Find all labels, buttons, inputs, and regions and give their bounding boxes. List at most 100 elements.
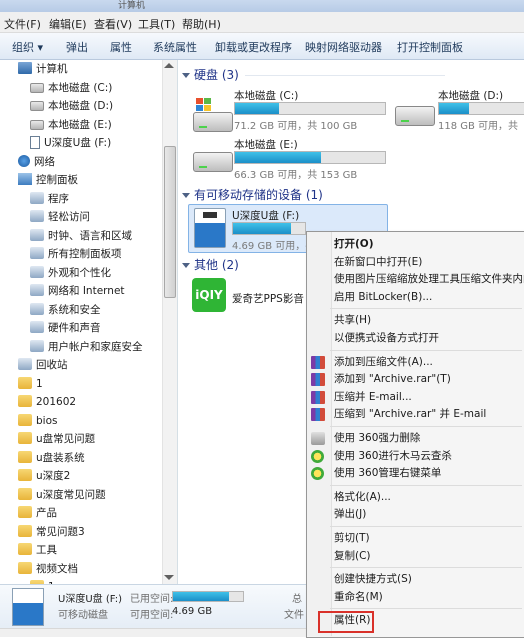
uninstall-program-button[interactable]: 卸载或更改程序 (215, 39, 292, 55)
usb-drive-name: U深度U盘 (F:) (232, 210, 300, 222)
nav-item[interactable]: 网络和 Internet (30, 282, 125, 300)
context-menu-item[interactable]: 以便携式设备方式打开 (334, 330, 439, 345)
nav-item[interactable]: 视频文档 (18, 560, 78, 578)
nav-item[interactable]: 工具 (18, 541, 57, 559)
context-menu-item[interactable]: 重命名(M) (334, 589, 383, 604)
context-menu-item[interactable]: 在新窗口中打开(E) (334, 254, 422, 269)
nav-item-label: 本地磁盘 (D:) (48, 100, 114, 112)
menu-help[interactable]: 帮助(H) (182, 16, 221, 32)
nav-item[interactable]: 硬件和声音 (30, 319, 101, 337)
nav-item-label: 控制面板 (36, 174, 78, 186)
nav-item[interactable]: u盘常见问题 (18, 430, 95, 448)
group-other[interactable]: 其他 (2) (182, 256, 239, 273)
organize-button[interactable]: 组织 ▾ (12, 39, 43, 55)
system-properties-button[interactable]: 系统属性 (153, 39, 197, 55)
nav-item[interactable]: 控制面板 (18, 171, 78, 189)
nav-item-label: 硬件和声音 (48, 322, 101, 334)
nav-item[interactable]: 本地磁盘 (E:) (30, 116, 112, 134)
nav-item[interactable]: 本地磁盘 (C:) (30, 79, 112, 97)
nav-item-label: u深度2 (36, 470, 71, 482)
nav-item-label: 网络 (34, 155, 55, 168)
iqiyi-app-icon[interactable]: iQIY (192, 278, 226, 312)
scroll-down-arrow-icon[interactable] (164, 575, 174, 580)
menu-edit[interactable]: 编辑(E) (49, 16, 87, 32)
nav-item[interactable]: 产品 (18, 504, 57, 522)
nav-item-label: U深度U盘 (F:) (44, 137, 112, 149)
menu-file[interactable]: 文件(F) (4, 16, 41, 32)
nav-item[interactable]: u深度常见问题 (18, 486, 106, 504)
context-menu-item[interactable]: 添加到压缩文件(A)... (334, 354, 433, 369)
drive-d-usage-fill (439, 103, 470, 114)
winrar-icon (311, 390, 325, 404)
nav-item[interactable]: 1 (18, 375, 43, 393)
nav-scrollbar-thumb[interactable] (164, 146, 176, 298)
usb-usage-fill (233, 223, 291, 234)
context-menu-item[interactable]: 格式化(A)... (334, 489, 391, 504)
context-menu-item[interactable]: 共享(H) (334, 312, 371, 327)
context-menu-item[interactable]: 使用图片压缩缩放处理工具压缩文件夹内的图 (334, 271, 524, 286)
drive-c-name[interactable]: 本地磁盘 (C:) (234, 88, 298, 103)
nav-item[interactable]: 外观和个性化 (30, 264, 111, 282)
nav-item-label: 工具 (36, 544, 57, 556)
iqiyi-app-name[interactable]: 爱奇艺PPS影音 ( (232, 291, 311, 306)
group-hard-disks[interactable]: 硬盘 (3) (182, 66, 445, 83)
context-menu-item[interactable]: 压缩到 "Archive.rar" 并 E-mail (334, 406, 486, 421)
nav-item[interactable]: bios (18, 412, 57, 430)
menu-view[interactable]: 查看(V) (94, 16, 132, 32)
ctl-icon (18, 173, 32, 185)
nav-item[interactable]: 回收站 (18, 356, 68, 374)
nav-item[interactable]: 所有控制面板项 (30, 245, 122, 263)
context-menu-item[interactable]: 使用 360进行木马云查杀 (334, 448, 452, 463)
nav-item-label: bios (36, 414, 58, 427)
command-bar: 组织 ▾ 弹出 属性 系统属性 卸载或更改程序 映射网络驱动器 打开控制面板 (0, 33, 524, 60)
gen-icon (30, 302, 44, 315)
nav-item[interactable]: 本地磁盘 (D:) (30, 97, 113, 115)
nav-item-label: 网络和 Internet (48, 285, 125, 297)
menu-tools[interactable]: 工具(T) (138, 16, 175, 32)
details-usage-bar (172, 591, 244, 602)
nav-item[interactable]: U深度U盘 (F:) (30, 134, 111, 152)
menu-separator (330, 526, 522, 527)
context-menu-item[interactable]: 剪切(T) (334, 530, 370, 545)
collapse-triangle-icon (182, 263, 190, 268)
context-menu-item[interactable]: 添加到 "Archive.rar"(T) (334, 371, 451, 386)
nav-item[interactable]: 用户帐户和家庭安全 (30, 338, 143, 356)
context-menu-item[interactable]: 复制(C) (334, 548, 371, 563)
scroll-up-arrow-icon[interactable] (164, 63, 174, 68)
nav-item[interactable]: 系统和安全 (30, 301, 101, 319)
nav-scrollbar[interactable] (162, 60, 177, 584)
eject-button[interactable]: 弹出 (66, 39, 88, 55)
properties-button[interactable]: 属性 (110, 39, 132, 55)
drive-c-icon[interactable] (193, 112, 233, 132)
menu-separator (330, 608, 522, 610)
context-menu-item[interactable]: 弹出(J) (334, 506, 366, 521)
drive-e-name[interactable]: 本地磁盘 (E:) (234, 137, 298, 152)
context-menu-item[interactable]: 启用 BitLocker(B)... (334, 289, 432, 304)
map-network-drive-button[interactable]: 映射网络驱动器 (305, 39, 382, 55)
net-icon (18, 154, 30, 167)
nav-item[interactable]: u盘装系统 (18, 449, 85, 467)
nav-item[interactable]: 网络 (18, 153, 55, 171)
drive-d-name[interactable]: 本地磁盘 (D:) (438, 88, 503, 103)
nav-item[interactable]: 轻松访问 (30, 208, 90, 226)
nav-item[interactable]: 计算机 (18, 60, 68, 78)
drive-d-icon[interactable] (395, 106, 435, 126)
context-menu-item[interactable]: 使用 360强力删除 (334, 430, 420, 445)
nav-item[interactable]: u深度2 (18, 467, 70, 485)
nav-item[interactable]: 程序 (30, 190, 69, 208)
nav-item[interactable]: 时钟、语言和区域 (30, 227, 132, 245)
context-menu-item[interactable]: 打开(O) (334, 236, 374, 251)
context-menu-item[interactable]: 创建快捷方式(S) (334, 571, 412, 586)
group-removable[interactable]: 有可移动存储的设备 (1) (182, 186, 323, 203)
open-control-panel-button[interactable]: 打开控制面板 (397, 39, 463, 55)
nav-item[interactable]: 常见问题3 (18, 523, 85, 541)
nav-item-label: 常见问题3 (36, 525, 85, 538)
context-menu-item[interactable]: 压缩并 E-mail... (334, 389, 412, 404)
drive-d-size: 118 GB 可用，共 (438, 121, 519, 132)
drive-e-icon[interactable] (193, 152, 233, 172)
context-menu-item[interactable]: 使用 360管理右键菜单 (334, 465, 441, 480)
nav-item-label: 时钟、语言和区域 (48, 229, 132, 242)
nav-item[interactable]: 201602 (18, 393, 76, 411)
drive-icon (30, 82, 44, 93)
title-text: 计算机 (118, 1, 146, 11)
